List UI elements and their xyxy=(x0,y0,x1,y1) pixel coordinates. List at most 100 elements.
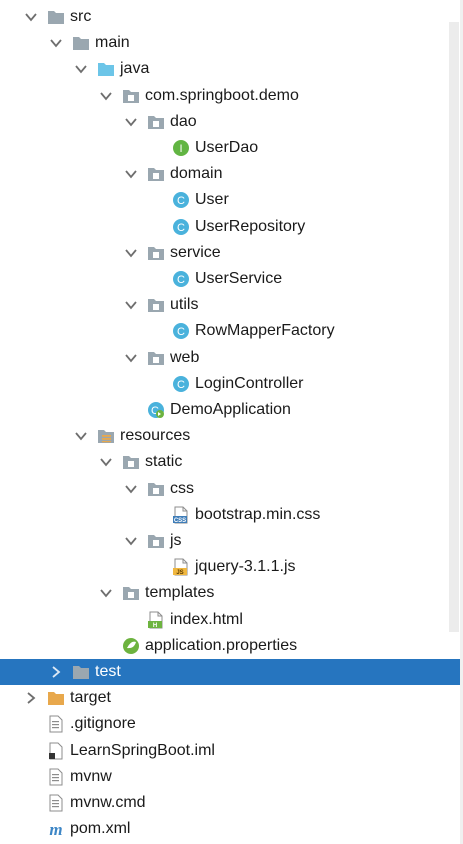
tree-row-gitignore[interactable]: .gitignore xyxy=(0,711,460,737)
chevron-down-icon[interactable] xyxy=(74,62,88,76)
tree-row-static[interactable]: static xyxy=(0,449,460,475)
tree-item-label: service xyxy=(170,243,221,261)
tree-row-resources[interactable]: resources xyxy=(0,423,460,449)
svg-text:CSS: CSS xyxy=(174,518,186,524)
chevron-down-icon[interactable] xyxy=(49,36,63,50)
vertical-scrollbar[interactable] xyxy=(449,22,459,632)
chevron-down-icon[interactable] xyxy=(99,455,113,469)
tree-item-label: UserDao xyxy=(195,139,259,156)
tree-row-src[interactable]: src xyxy=(0,4,460,30)
tree-item-label: web xyxy=(170,348,200,366)
iml-file-icon xyxy=(47,742,65,760)
tree-row-web[interactable]: web xyxy=(0,345,460,371)
package-icon xyxy=(147,296,165,314)
tree-item-label: java xyxy=(120,60,150,78)
tree-item-label: js xyxy=(170,532,182,549)
tree-row-jquery-3-1-1-js[interactable]: JS jquery-3.1.1.js xyxy=(0,554,460,580)
tree-item-label: templates xyxy=(145,584,215,602)
chevron-down-icon[interactable] xyxy=(124,298,138,312)
text-file-icon xyxy=(47,715,65,733)
tree-row-css[interactable]: css xyxy=(0,476,460,502)
chevron-down-icon[interactable] xyxy=(124,534,138,548)
tree-item-label: css xyxy=(170,479,194,497)
tree-row-com-springboot-demo[interactable]: com.springboot.demo xyxy=(0,83,460,109)
tree-item-label: LearnSpringBoot.iml xyxy=(70,741,215,759)
tree-item-label: index.html xyxy=(170,610,243,628)
tree-item-label: bootstrap.min.css xyxy=(195,505,321,523)
chevron-down-icon[interactable] xyxy=(74,429,88,443)
tree-item-label: domain xyxy=(170,165,223,183)
tree-item-label: UserRepository xyxy=(195,217,306,235)
maven-file-icon: m xyxy=(47,820,65,838)
tree-row-test[interactable]: test xyxy=(0,659,460,685)
tree-item-label: LoginController xyxy=(195,374,304,392)
chevron-right-icon[interactable] xyxy=(24,691,38,705)
tree-item-label: mvnw.cmd xyxy=(70,794,146,811)
chevron-down-icon[interactable] xyxy=(24,10,38,24)
tree-row-learnspringboot-iml[interactable]: LearnSpringBoot.iml xyxy=(0,738,460,764)
class-icon: C xyxy=(172,322,190,340)
tree-item-label: src xyxy=(70,8,92,25)
package-icon xyxy=(122,584,140,602)
tree-row-demoapplication[interactable]: C DemoApplication xyxy=(0,397,460,423)
chevron-down-icon[interactable] xyxy=(99,586,113,600)
tree-row-rowmapperfactory[interactable]: C RowMapperFactory xyxy=(0,318,460,344)
tree-item-label: RowMapperFactory xyxy=(195,322,335,340)
tree-row-user[interactable]: C User xyxy=(0,187,460,213)
tree-row-pom-xml[interactable]: m pom.xml xyxy=(0,816,460,842)
tree-row-userdao[interactable]: I UserDao xyxy=(0,135,460,161)
chevron-down-icon[interactable] xyxy=(99,89,113,103)
tree-item-label: resources xyxy=(120,427,191,445)
tree-row-mvnw-cmd[interactable]: mvnw.cmd xyxy=(0,790,460,816)
text-file-icon xyxy=(47,768,65,786)
tree-row-userservice[interactable]: C UserService xyxy=(0,266,460,292)
tree-row-logincontroller[interactable]: C LoginController xyxy=(0,371,460,397)
css-file-icon: CSS xyxy=(172,506,190,524)
svg-text:H: H xyxy=(153,623,157,629)
chevron-down-icon[interactable] xyxy=(124,351,138,365)
tree-row-js[interactable]: js xyxy=(0,528,460,554)
tree-row-index-html[interactable]: Hindex.html xyxy=(0,607,460,633)
tree-row-bootstrap-min-css[interactable]: CSS bootstrap.min.css xyxy=(0,502,460,528)
html-file-icon: H xyxy=(147,611,165,629)
chevron-down-icon[interactable] xyxy=(124,246,138,260)
folder-icon xyxy=(47,8,65,26)
tree-item-label: mvnw xyxy=(70,767,112,785)
tree-row-service[interactable]: service xyxy=(0,240,460,266)
chevron-down-icon[interactable] xyxy=(124,482,138,496)
tree-item-label: .gitignore xyxy=(70,715,136,733)
spring-properties-icon xyxy=(122,637,140,655)
tree-item-label: main xyxy=(95,34,130,52)
tree-row-mvnw[interactable]: mvnw xyxy=(0,764,460,790)
project-tree: src main java com.springboot.demo dao I UserDa… xyxy=(0,0,463,844)
chevron-right-icon[interactable] xyxy=(49,665,63,679)
spring-boot-class-icon: C xyxy=(147,401,165,419)
svg-text:C: C xyxy=(177,379,185,391)
tree-item-label: com.springboot.demo xyxy=(145,86,299,104)
tree-row-domain[interactable]: domain xyxy=(0,161,460,187)
package-icon xyxy=(147,113,165,131)
tree-row-application-properties[interactable]: application.properties xyxy=(0,633,460,659)
tree-item-label: jquery-3.1.1.js xyxy=(195,558,296,576)
tree-item-label: static xyxy=(145,453,183,471)
tree-item-label: DemoApplication xyxy=(170,401,291,418)
chevron-down-icon[interactable] xyxy=(124,115,138,129)
tree-row-templates[interactable]: templates xyxy=(0,580,460,606)
tree-row-target[interactable]: target xyxy=(0,685,460,711)
class-icon: C xyxy=(172,270,190,288)
tree-row-main[interactable]: main xyxy=(0,30,460,56)
folder-icon xyxy=(72,34,90,52)
tree-row-userrepository[interactable]: C UserRepository xyxy=(0,214,460,240)
tree-row-java[interactable]: java xyxy=(0,56,460,82)
tree-row-utils[interactable]: utils xyxy=(0,292,460,318)
tree-row-dao[interactable]: dao xyxy=(0,109,460,135)
source-folder-icon xyxy=(97,60,115,78)
package-icon xyxy=(122,453,140,471)
folder-icon xyxy=(72,663,90,681)
package-icon xyxy=(147,165,165,183)
svg-text:C: C xyxy=(177,274,185,286)
svg-text:C: C xyxy=(177,326,185,338)
tree-item-label: application.properties xyxy=(145,636,298,654)
chevron-down-icon[interactable] xyxy=(124,167,138,181)
resources-folder-icon xyxy=(97,427,115,445)
